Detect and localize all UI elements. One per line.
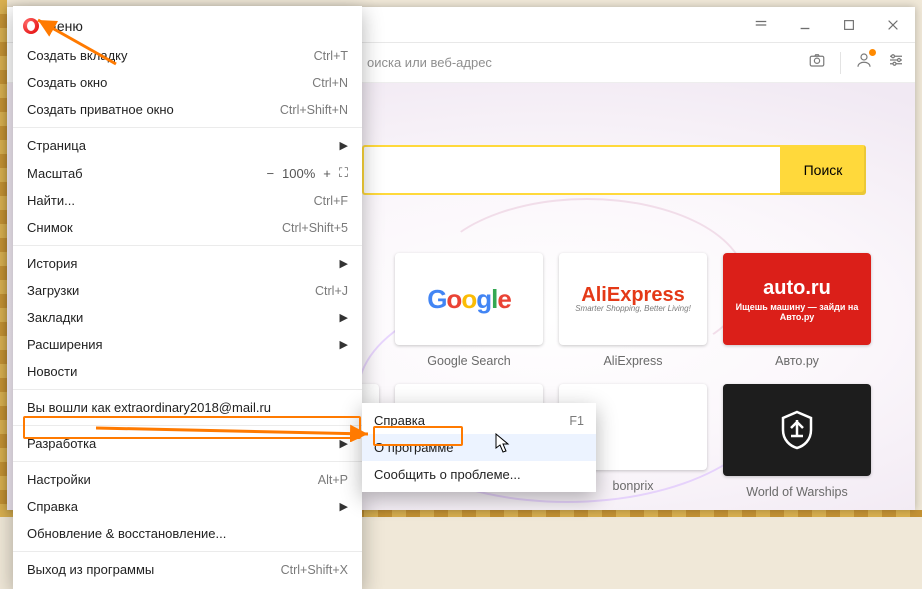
cursor-pointer-icon <box>495 433 513 455</box>
tile-aliexpress[interactable]: AliExpressSmarter Shopping, Better Livin… <box>559 253 707 368</box>
close-window-button[interactable] <box>871 7 915 43</box>
maximize-button[interactable] <box>827 7 871 43</box>
chevron-right-icon: ▶ <box>340 257 348 270</box>
easy-setup-icon[interactable] <box>887 51 905 74</box>
tile-world-of-warships[interactable]: World of Warships <box>723 384 871 499</box>
main-menu: Меню Создать вкладкуCtrl+T Создать окноC… <box>13 6 362 589</box>
profile-icon[interactable] <box>855 51 873 74</box>
menu-new-tab[interactable]: Создать вкладкуCtrl+T <box>13 42 362 69</box>
titlebar-menu-icon[interactable] <box>739 7 783 43</box>
tile-label: Авто.ру <box>775 354 819 368</box>
chevron-right-icon: ▶ <box>340 139 348 152</box>
address-placeholder: оиска или веб-адрес <box>367 55 492 70</box>
menu-zoom[interactable]: Масштаб − 100% + ⛶ <box>13 159 362 187</box>
opera-logo-icon <box>23 18 39 34</box>
menu-snapshot[interactable]: СнимокCtrl+Shift+5 <box>13 214 362 241</box>
google-logo: Google <box>427 284 511 315</box>
zoom-in-button[interactable]: + <box>323 166 331 181</box>
wow-logo <box>723 384 871 476</box>
search-input[interactable] <box>362 145 780 195</box>
help-submenu: СправкаF1 О программе Сообщить о проблем… <box>362 403 596 492</box>
zoom-out-button[interactable]: − <box>266 166 274 181</box>
zoom-value: 100% <box>282 166 315 181</box>
menu-extensions[interactable]: Расширения▶ <box>13 331 362 358</box>
chevron-right-icon: ▶ <box>340 437 348 450</box>
menu-update-restore[interactable]: Обновление & восстановление... <box>13 520 362 547</box>
aliexpress-logo: AliExpressSmarter Shopping, Better Livin… <box>575 285 691 313</box>
tile-label: bonprix <box>613 479 654 493</box>
tile-label: World of Warships <box>746 485 847 499</box>
minimize-button[interactable] <box>783 7 827 43</box>
menu-new-window[interactable]: Создать окноCtrl+N <box>13 69 362 96</box>
menu-signed-in-as: Вы вошли как extraordinary2018@mail.ru <box>13 394 362 421</box>
chevron-right-icon: ▶ <box>340 338 348 351</box>
menu-page[interactable]: Страница▶ <box>13 132 362 159</box>
tile-auto-ru[interactable]: auto.ru Ищешь машину — зайди на Авто.ру … <box>723 253 871 368</box>
toolbar-divider <box>840 52 841 74</box>
menu-developer[interactable]: Разработка▶ <box>13 430 362 457</box>
search-button[interactable]: Поиск <box>780 145 866 195</box>
camera-icon[interactable] <box>808 51 826 74</box>
search-bar: Поиск <box>362 145 866 195</box>
wallpaper-left-strip <box>0 0 7 517</box>
fullscreen-icon[interactable]: ⛶ <box>339 165 348 181</box>
menu-help[interactable]: Справка▶ <box>13 493 362 520</box>
menu-bookmarks[interactable]: Закладки▶ <box>13 304 362 331</box>
menu-history[interactable]: История▶ <box>13 250 362 277</box>
tile-label: Google Search <box>427 354 510 368</box>
tile-google[interactable]: Google Google Search <box>395 253 543 368</box>
menu-find[interactable]: Найти...Ctrl+F <box>13 187 362 214</box>
menu-exit[interactable]: Выход из программыCtrl+Shift+X <box>13 556 362 583</box>
chevron-right-icon: ▶ <box>340 500 348 513</box>
menu-new-private-window[interactable]: Создать приватное окноCtrl+Shift+N <box>13 96 362 123</box>
tile-label: AliExpress <box>603 354 662 368</box>
menu-downloads[interactable]: ЗагрузкиCtrl+J <box>13 277 362 304</box>
menu-settings[interactable]: НастройкиAlt+P <box>13 466 362 493</box>
chevron-right-icon: ▶ <box>340 311 348 324</box>
menu-news[interactable]: Новости <box>13 358 362 385</box>
submenu-about[interactable]: О программе <box>362 434 596 461</box>
submenu-help[interactable]: СправкаF1 <box>362 407 596 434</box>
autoru-logo: auto.ru Ищешь машину — зайди на Авто.ру <box>723 253 871 345</box>
submenu-report-problem[interactable]: Сообщить о проблеме... <box>362 461 596 488</box>
menu-title: Меню <box>13 12 362 42</box>
